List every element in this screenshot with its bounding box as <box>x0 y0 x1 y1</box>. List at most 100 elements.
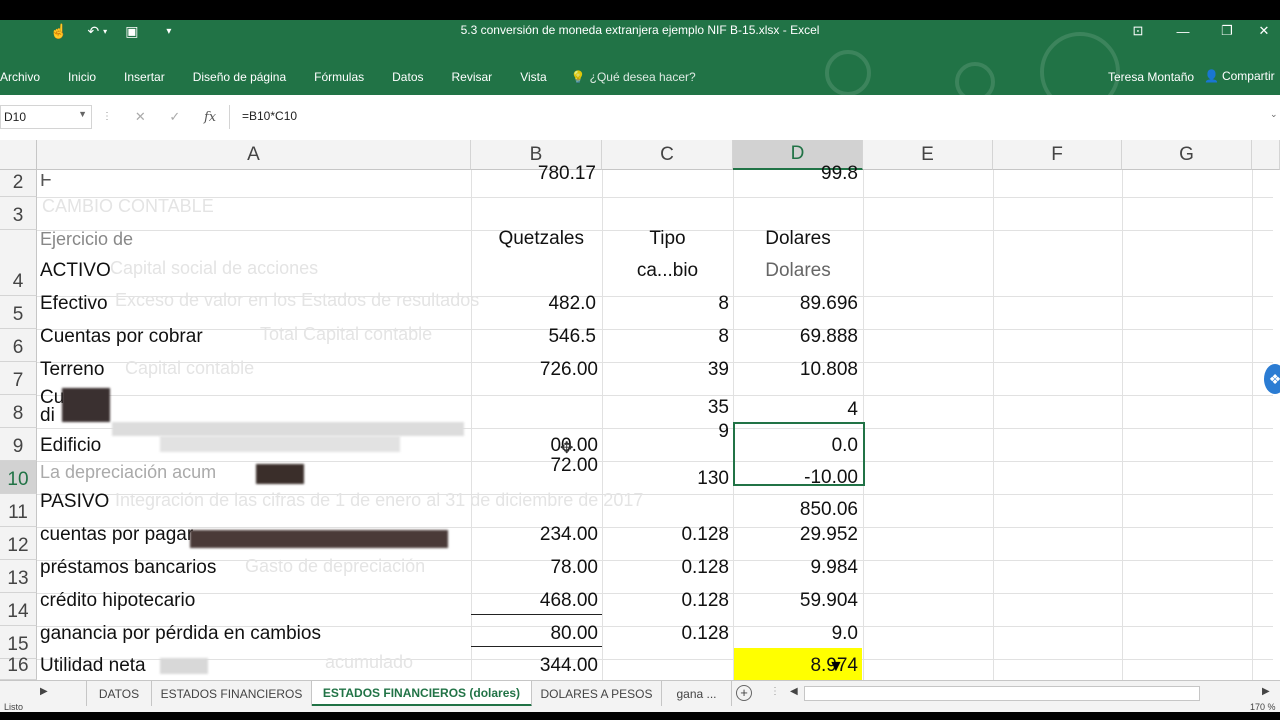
cell-a5[interactable]: Efectivo <box>40 290 108 318</box>
cell-d15[interactable]: 9.0 <box>733 620 858 648</box>
name-box[interactable]: D10 ▼ <box>0 105 92 129</box>
cell-d5[interactable]: 89.696 <box>733 290 858 318</box>
cell-d13[interactable]: 9.984 <box>733 554 858 582</box>
cell-a4[interactable]: ACTIVO <box>40 257 111 285</box>
formula-input[interactable]: =B10*C10 <box>229 105 1280 129</box>
cell-b16[interactable]: 344.00 <box>471 652 598 680</box>
scroll-right-icon[interactable]: ▶ <box>1262 686 1270 697</box>
row-header-13[interactable]: 13 <box>0 560 37 593</box>
cell-b5[interactable]: 482.0 <box>471 290 596 318</box>
cell-d11[interactable]: 850.06 <box>733 496 858 524</box>
horizontal-scrollbar-thumb[interactable] <box>804 686 1200 701</box>
cell-d10[interactable]: -10.00 <box>733 464 858 492</box>
column-header-a[interactable]: A <box>37 140 471 170</box>
cell-a8-line2[interactable]: di <box>40 402 55 430</box>
sheet-tab-gana[interactable]: gana ... <box>662 681 732 707</box>
row-header-6[interactable]: 6 <box>0 329 37 362</box>
cell-d4-line2[interactable]: Dolares <box>733 257 863 285</box>
chevron-down-icon[interactable]: ▼ <box>78 109 87 119</box>
add-sheet-button[interactable]: + <box>736 685 752 701</box>
close-button[interactable]: ✕ <box>1248 20 1280 42</box>
column-header-f[interactable]: F <box>993 140 1122 170</box>
cell-d6[interactable]: 69.888 <box>733 323 858 351</box>
cancel-icon[interactable]: ✕ <box>135 109 146 125</box>
column-header-e[interactable]: E <box>863 140 993 170</box>
sheet-tab-estados-financieros-dolares[interactable]: ESTADOS FINANCIEROS (dolares) <box>312 681 532 707</box>
share-button[interactable]: 👤 Compartir <box>1204 69 1275 83</box>
cell-b15[interactable]: 80.00 <box>471 620 598 648</box>
cell-c7[interactable]: 39 <box>602 356 729 384</box>
sheet-tab-estados-financieros[interactable]: ESTADOS FINANCIEROS <box>152 681 312 707</box>
row-header-4[interactable]: 4 <box>0 230 37 296</box>
cell-c6[interactable]: 8 <box>602 323 729 351</box>
row-header-5[interactable]: 5 <box>0 296 37 329</box>
sheet-tab-datos[interactable]: DATOS <box>86 681 152 707</box>
row-header-2[interactable]: 2 <box>0 170 37 197</box>
cell-a14[interactable]: crédito hipotecario <box>40 587 195 615</box>
cell-d12[interactable]: 29.952 <box>733 521 858 549</box>
cell-c9[interactable]: 9 <box>602 418 729 446</box>
cell-a10[interactable]: La depreciación acum <box>40 458 216 486</box>
cell-b13[interactable]: 78.00 <box>471 554 598 582</box>
floating-app-icon[interactable]: ❖ <box>1264 364 1280 394</box>
cell-b7[interactable]: 726.00 <box>471 356 598 384</box>
cell-a16[interactable]: Utilidad neta <box>40 652 146 680</box>
tab-formulas[interactable]: Fórmulas <box>314 70 364 88</box>
cell-b10[interactable]: 72.00 <box>471 452 598 480</box>
cell-d14[interactable]: 59.904 <box>733 587 858 615</box>
tab-revisar[interactable]: Revisar <box>452 70 493 88</box>
scroll-sheets-right-icon[interactable]: ▶ <box>40 686 48 697</box>
restore-button[interactable]: ❐ <box>1204 20 1250 42</box>
cell-b2[interactable]: 780.17 <box>471 160 596 184</box>
row-header-8[interactable]: 8 <box>0 395 37 428</box>
insert-function-button[interactable]: fx <box>204 110 216 125</box>
column-header-c[interactable]: C <box>602 140 733 170</box>
cell-b12[interactable]: 234.00 <box>471 521 598 549</box>
user-name[interactable]: Teresa Montaño <box>1108 70 1194 84</box>
cell-d8[interactable]: 4 <box>733 396 858 424</box>
sheet-tab-dolares-a-pesos[interactable]: DOLARES A PESOS <box>532 681 662 707</box>
select-all-corner[interactable] <box>0 140 37 170</box>
tell-me-box[interactable]: 💡 ¿Qué desea hacer? <box>571 70 696 88</box>
tab-insertar[interactable]: Insertar <box>124 70 165 88</box>
scroll-left-icon[interactable]: ◀ <box>790 686 798 697</box>
tab-archivo[interactable]: Archivo <box>0 70 40 88</box>
row-header-3[interactable]: 3 <box>0 197 37 230</box>
cell-c15[interactable]: 0.128 <box>602 620 729 648</box>
tab-datos[interactable]: Datos <box>392 70 423 88</box>
column-header-g[interactable]: G <box>1122 140 1252 170</box>
row-header-16[interactable]: 16 <box>0 655 37 680</box>
cell-c4-line2[interactable]: ca...bio <box>602 257 733 285</box>
cell-a11[interactable]: PASIVO <box>40 488 109 516</box>
grip-icon[interactable]: ⋮ <box>102 111 112 122</box>
zoom-level[interactable]: 170 % <box>1250 702 1276 712</box>
splitter-icon[interactable]: ⋮ <box>770 686 780 697</box>
cell-b6[interactable]: 546.5 <box>471 323 596 351</box>
cell-a7[interactable]: Terreno <box>40 356 104 384</box>
row-header-14[interactable]: 14 <box>0 593 37 626</box>
column-header-partial[interactable] <box>1252 140 1280 170</box>
cell-d4-line1[interactable]: Dolares <box>733 225 863 253</box>
cell-a15[interactable]: ganancia por pérdida en cambios <box>40 620 321 648</box>
cell-c10[interactable]: 130 <box>602 465 729 493</box>
cell-b4[interactable]: Quetzales <box>471 225 584 253</box>
cell-d2[interactable]: 99.8 <box>733 160 858 184</box>
minimize-button[interactable]: — <box>1160 20 1206 42</box>
tab-inicio[interactable]: Inicio <box>68 70 96 88</box>
row-header-9[interactable]: 9 <box>0 428 37 461</box>
cell-c4-line1[interactable]: Tipo <box>602 225 733 253</box>
tab-diseno-de-pagina[interactable]: Diseño de página <box>193 70 286 88</box>
tab-vista[interactable]: Vista <box>520 70 546 88</box>
cell-d9[interactable]: 0.0 <box>733 432 858 460</box>
cell-a12[interactable]: cuentas por pagar <box>40 521 193 549</box>
row-header-10[interactable]: 10 <box>0 461 37 494</box>
cell-a9[interactable]: Edificio <box>40 432 101 460</box>
cell-c13[interactable]: 0.128 <box>602 554 729 582</box>
ribbon-display-options-icon[interactable]: ⊡ <box>1115 20 1161 42</box>
row-header-11[interactable]: 11 <box>0 494 37 527</box>
expand-formula-bar-icon[interactable]: ⌄ <box>1270 109 1278 120</box>
cell-c5[interactable]: 8 <box>602 290 729 318</box>
cell-b14[interactable]: 468.00 <box>471 587 598 615</box>
cell-a6[interactable]: Cuentas por cobrar <box>40 323 203 351</box>
enter-icon[interactable]: ✓ <box>169 109 180 125</box>
